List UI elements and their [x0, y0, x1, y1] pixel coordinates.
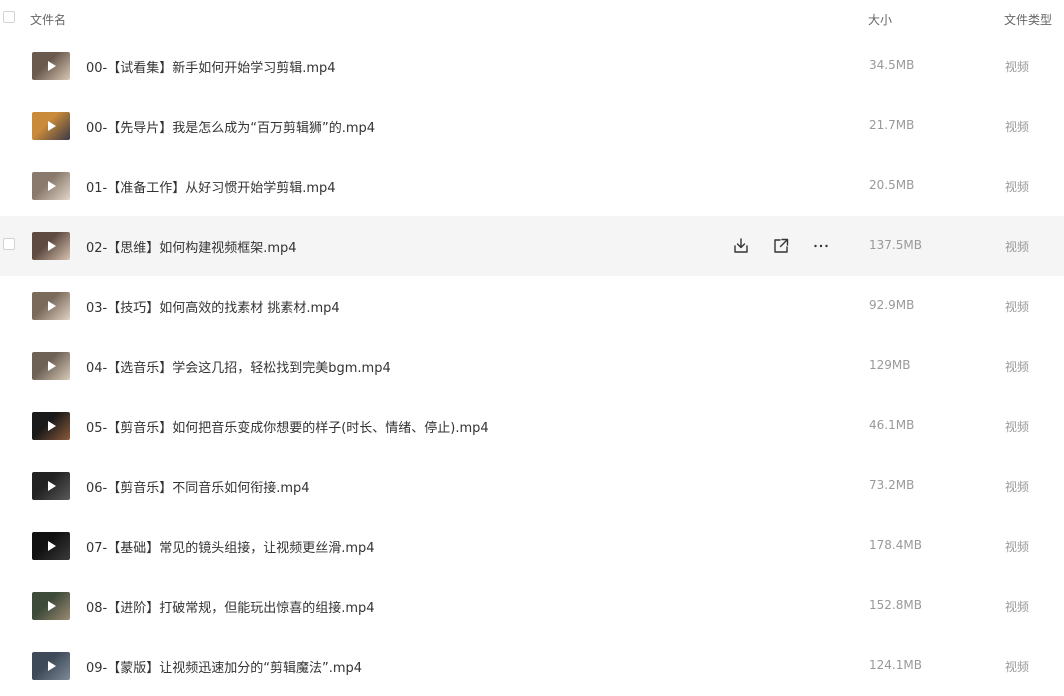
column-header-name[interactable]: 文件名	[30, 11, 66, 28]
file-name[interactable]: 08-【进阶】打破常规，但能玩出惊喜的组接.mp4	[86, 597, 375, 616]
file-size: 34.5MB	[869, 58, 915, 72]
video-thumbnail[interactable]	[32, 232, 70, 260]
video-thumbnail[interactable]	[32, 592, 70, 620]
play-icon	[48, 361, 56, 371]
file-type: 视频	[1005, 60, 1030, 74]
download-icon[interactable]	[731, 236, 751, 256]
video-thumbnail[interactable]	[32, 112, 70, 140]
play-icon	[48, 481, 56, 491]
file-row[interactable]: 02-【思维】如何构建视频框架.mp4 137.5MB 视频	[0, 216, 1064, 276]
file-size: 73.2MB	[869, 478, 915, 492]
file-type: 视频	[1005, 120, 1030, 134]
file-type: 视频	[1005, 360, 1030, 374]
file-type: 视频	[1005, 480, 1030, 494]
file-size: 129MB	[869, 358, 911, 372]
file-type: 视频	[1005, 300, 1030, 314]
file-type: 视频	[1005, 540, 1030, 554]
play-icon	[48, 181, 56, 191]
row-checkbox[interactable]	[3, 238, 15, 250]
play-icon	[48, 421, 56, 431]
list-header: 文件名 大小 文件类型	[0, 0, 1064, 36]
file-type: 视频	[1005, 660, 1030, 674]
file-size: 21.7MB	[869, 118, 915, 132]
file-row[interactable]: 03-【技巧】如何高效的找素材 挑素材.mp4 92.9MB 视频	[0, 276, 1064, 336]
share-icon[interactable]	[771, 236, 791, 256]
file-type: 视频	[1005, 600, 1030, 614]
file-row[interactable]: 06-【剪音乐】不同音乐如何衔接.mp4 73.2MB 视频	[0, 456, 1064, 516]
file-type: 视频	[1005, 240, 1030, 254]
file-row[interactable]: 09-【蒙版】让视频迅速加分的“剪辑魔法”.mp4 124.1MB 视频	[0, 636, 1064, 696]
file-name[interactable]: 03-【技巧】如何高效的找素材 挑素材.mp4	[86, 297, 340, 316]
video-thumbnail[interactable]	[32, 652, 70, 680]
video-thumbnail[interactable]	[32, 292, 70, 320]
file-name[interactable]: 06-【剪音乐】不同音乐如何衔接.mp4	[86, 477, 310, 496]
column-header-type[interactable]: 文件类型	[1004, 11, 1052, 28]
file-row[interactable]: 08-【进阶】打破常规，但能玩出惊喜的组接.mp4 152.8MB 视频	[0, 576, 1064, 636]
video-thumbnail[interactable]	[32, 52, 70, 80]
file-row[interactable]: 07-【基础】常见的镜头组接，让视频更丝滑.mp4 178.4MB 视频	[0, 516, 1064, 576]
file-size: 20.5MB	[869, 178, 915, 192]
file-name[interactable]: 00-【先导片】我是怎么成为“百万剪辑狮”的.mp4	[86, 117, 375, 136]
file-row[interactable]: 05-【剪音乐】如何把音乐变成你想要的样子(时长、情绪、停止).mp4 46.1…	[0, 396, 1064, 456]
file-name[interactable]: 04-【选音乐】学会这几招，轻松找到完美bgm.mp4	[86, 357, 391, 376]
play-icon	[48, 121, 56, 131]
select-all-checkbox[interactable]	[3, 11, 15, 23]
video-thumbnail[interactable]	[32, 412, 70, 440]
play-icon	[48, 661, 56, 671]
file-size: 178.4MB	[869, 538, 922, 552]
play-icon	[48, 601, 56, 611]
play-icon	[48, 241, 56, 251]
video-thumbnail[interactable]	[32, 532, 70, 560]
file-name[interactable]: 00-【试看集】新手如何开始学习剪辑.mp4	[86, 57, 336, 76]
file-type: 视频	[1005, 420, 1030, 434]
file-row[interactable]: 00-【先导片】我是怎么成为“百万剪辑狮”的.mp4 21.7MB 视频	[0, 96, 1064, 156]
video-thumbnail[interactable]	[32, 352, 70, 380]
file-size: 92.9MB	[869, 298, 915, 312]
play-icon	[48, 61, 56, 71]
file-row[interactable]: 04-【选音乐】学会这几招，轻松找到完美bgm.mp4 129MB 视频	[0, 336, 1064, 396]
file-row[interactable]: 00-【试看集】新手如何开始学习剪辑.mp4 34.5MB 视频	[0, 36, 1064, 96]
file-row[interactable]: 01-【准备工作】从好习惯开始学剪辑.mp4 20.5MB 视频	[0, 156, 1064, 216]
more-icon[interactable]	[811, 236, 831, 256]
file-name[interactable]: 01-【准备工作】从好习惯开始学剪辑.mp4	[86, 177, 336, 196]
file-type: 视频	[1005, 180, 1030, 194]
video-thumbnail[interactable]	[32, 172, 70, 200]
file-size: 124.1MB	[869, 658, 922, 672]
file-size: 152.8MB	[869, 598, 922, 612]
file-name[interactable]: 05-【剪音乐】如何把音乐变成你想要的样子(时长、情绪、停止).mp4	[86, 417, 489, 436]
file-size: 137.5MB	[869, 238, 922, 252]
play-icon	[48, 301, 56, 311]
file-size: 46.1MB	[869, 418, 915, 432]
file-name[interactable]: 09-【蒙版】让视频迅速加分的“剪辑魔法”.mp4	[86, 657, 362, 676]
file-list: 00-【试看集】新手如何开始学习剪辑.mp4 34.5MB 视频 00-【先导片…	[0, 36, 1064, 696]
column-header-size[interactable]: 大小	[868, 11, 892, 28]
video-thumbnail[interactable]	[32, 472, 70, 500]
file-name[interactable]: 02-【思维】如何构建视频框架.mp4	[86, 237, 297, 256]
file-name[interactable]: 07-【基础】常见的镜头组接，让视频更丝滑.mp4	[86, 537, 375, 556]
play-icon	[48, 541, 56, 551]
